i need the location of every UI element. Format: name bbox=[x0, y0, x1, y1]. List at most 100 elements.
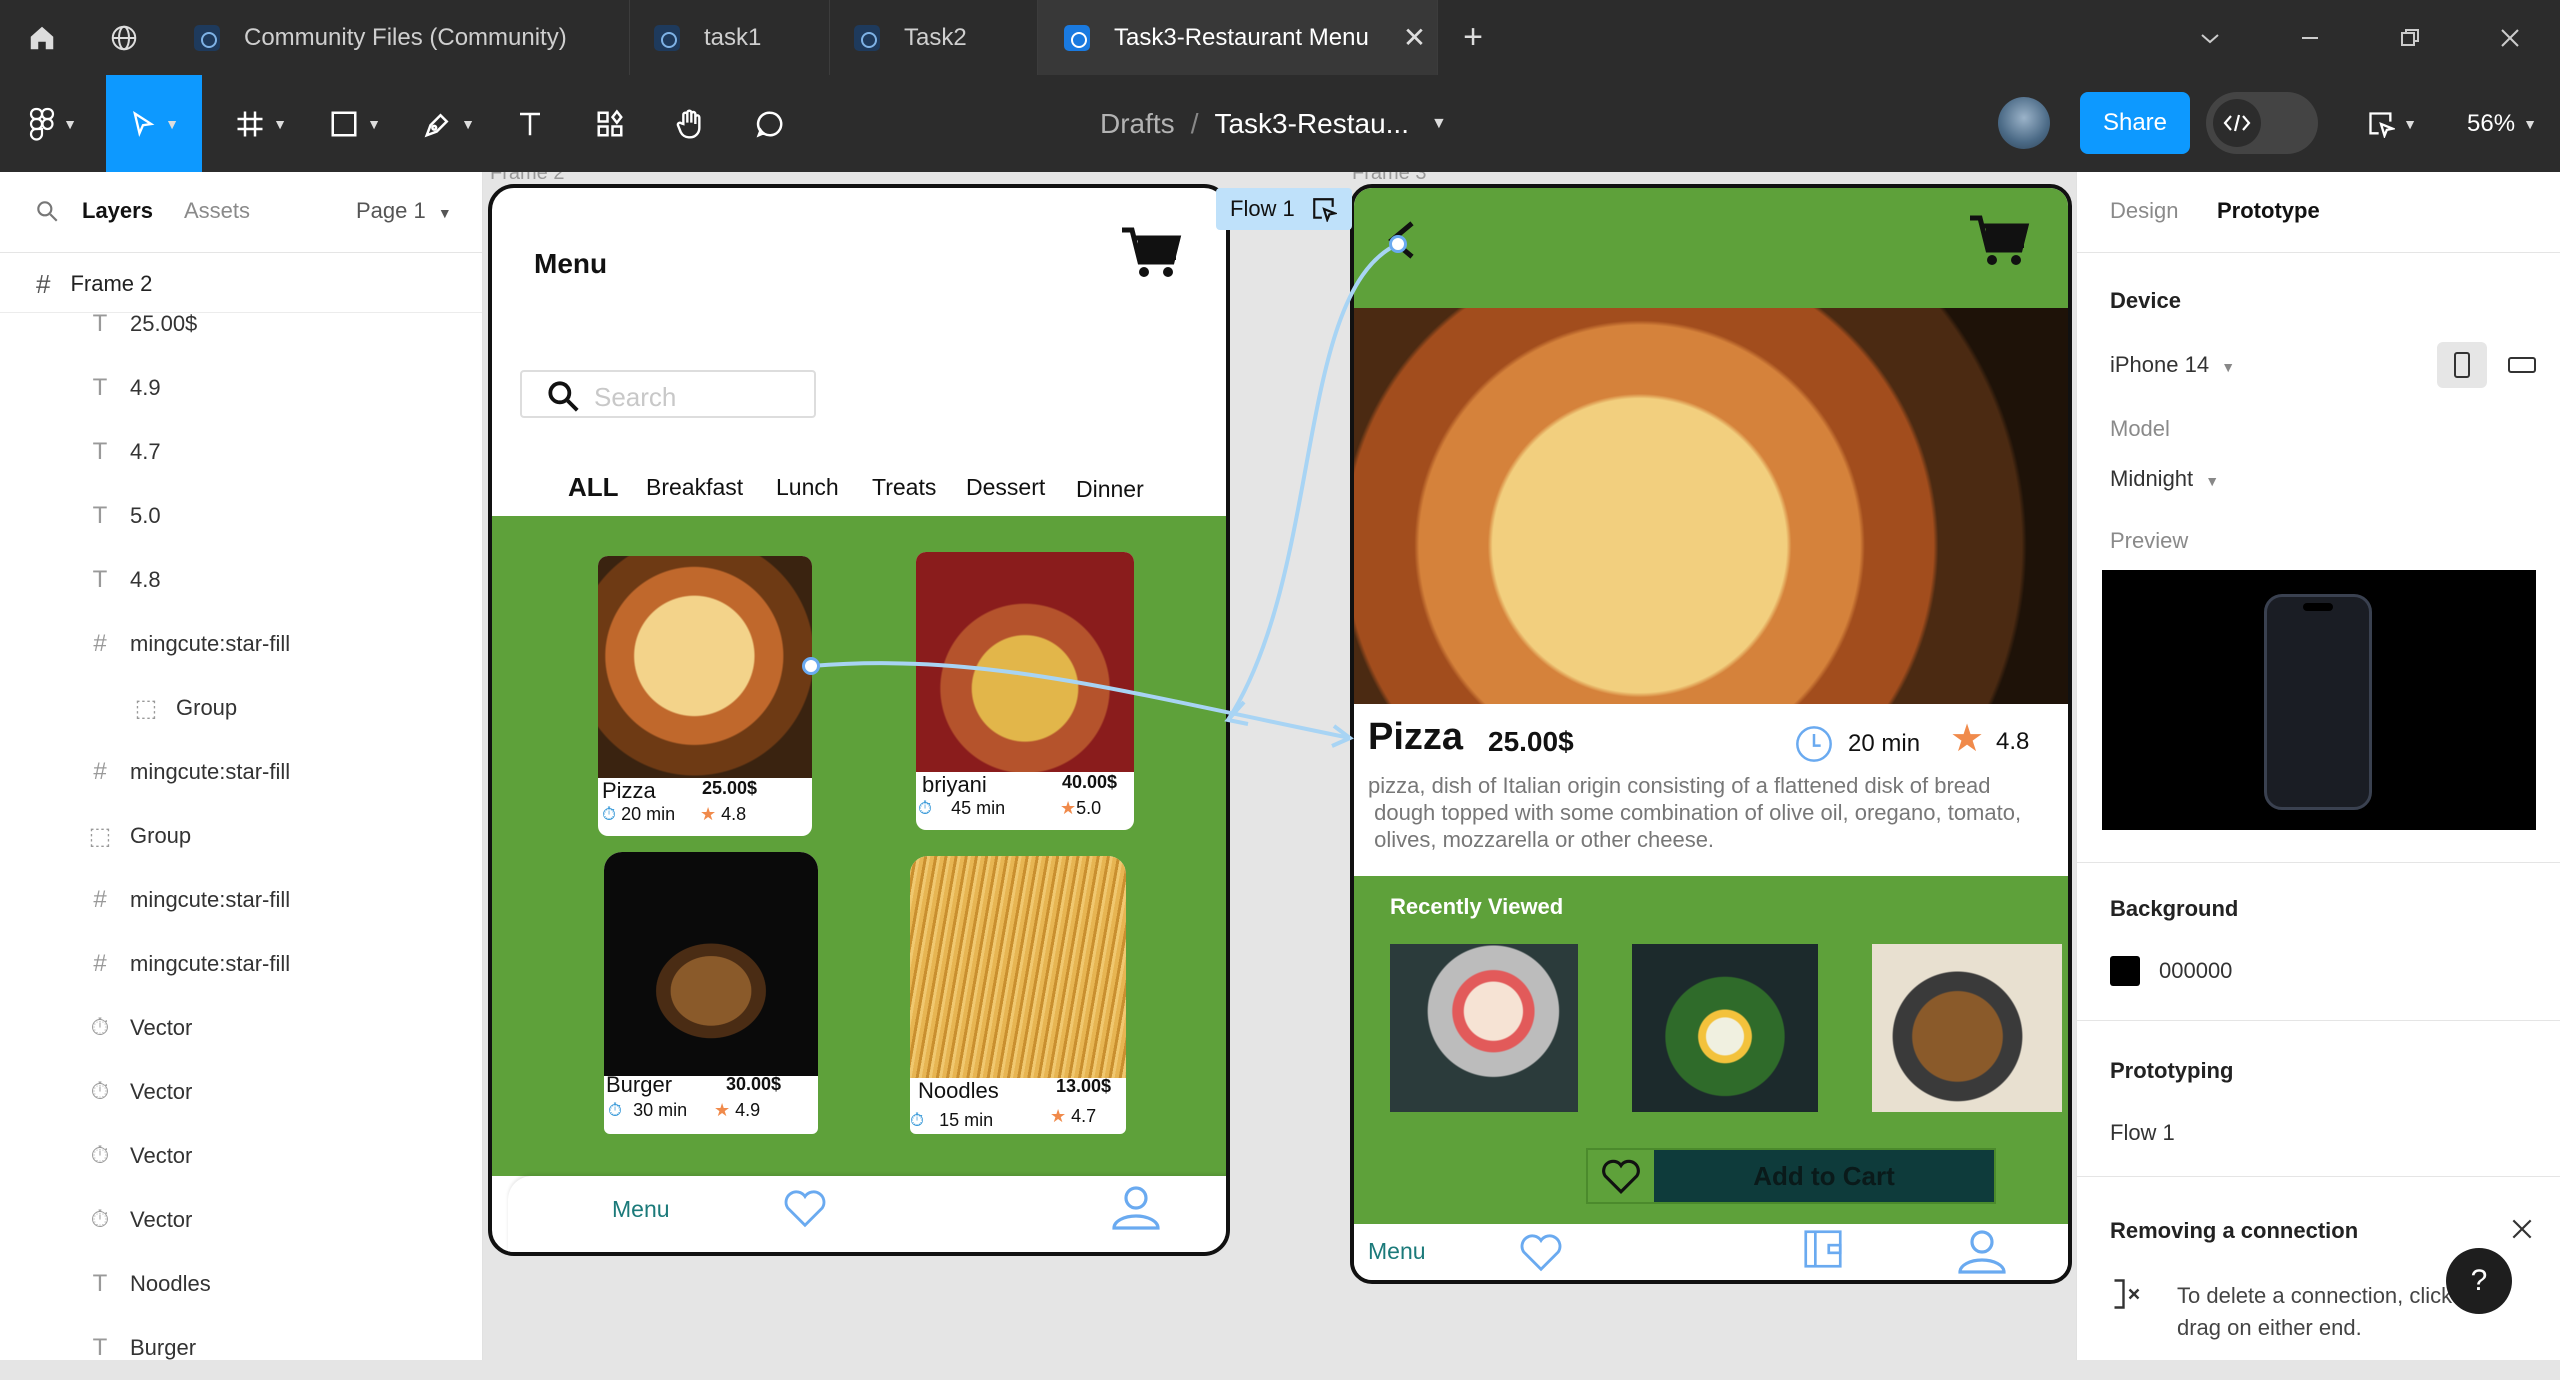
tab-task3[interactable]: Task3-Restaurant Menu ✕ bbox=[1038, 0, 1438, 75]
preview-heading: Preview bbox=[2110, 528, 2189, 553]
hand-icon bbox=[676, 109, 701, 139]
layer-item[interactable]: ⬚ Group bbox=[0, 804, 482, 868]
play-icon bbox=[2369, 111, 2396, 138]
layer-item[interactable]: T 4.7 bbox=[0, 420, 482, 484]
layer-item[interactable]: T 5.0 bbox=[0, 484, 482, 548]
layer-label: 4.7 bbox=[130, 439, 161, 464]
chevron-down-icon: ▼ bbox=[461, 115, 475, 132]
minimize-icon[interactable] bbox=[2260, 0, 2360, 75]
search-icon[interactable] bbox=[34, 198, 60, 224]
layer-item[interactable]: ⏱ Vector bbox=[0, 1060, 482, 1124]
tab-assets[interactable]: Assets bbox=[184, 198, 250, 224]
zoom-menu[interactable]: 56% ▼ bbox=[2444, 75, 2560, 172]
restore-icon[interactable] bbox=[2360, 0, 2460, 75]
layer-item[interactable]: # mingcute:star-fill bbox=[0, 612, 482, 676]
layer-item[interactable]: ⬚ Group bbox=[0, 676, 482, 740]
model-select[interactable]: Midnight ▼ bbox=[2110, 466, 2219, 492]
frame-icon: # bbox=[93, 886, 107, 913]
layer-item[interactable]: # mingcute:star-fill bbox=[0, 868, 482, 932]
background-hex[interactable]: 000000 bbox=[2159, 958, 2232, 984]
toolbar: ▼ ▼ ▼ ▼ ▼ Drafts / Task3-Restau... ▼ Sha… bbox=[0, 75, 2560, 172]
breadcrumb-drafts[interactable]: Drafts bbox=[1100, 108, 1175, 140]
flow-item[interactable]: Flow 1 bbox=[2110, 1120, 2175, 1146]
text-layer-icon: T bbox=[92, 502, 108, 529]
portrait-toggle[interactable] bbox=[2437, 342, 2487, 388]
home-button[interactable] bbox=[0, 0, 84, 75]
layers-panel: Layers Assets Page 1 ▼ # Frame 2 T 25.00$… bbox=[0, 172, 483, 1361]
community-button[interactable] bbox=[84, 0, 164, 75]
frame-tool-button[interactable]: ▼ bbox=[218, 75, 304, 172]
prototype-connection[interactable] bbox=[484, 172, 2076, 1360]
frame-icon: # bbox=[93, 758, 107, 785]
avatar[interactable] bbox=[1998, 97, 2050, 149]
new-tab-button[interactable]: + bbox=[1440, 0, 1506, 75]
page-selector[interactable]: Page 1 ▼ bbox=[356, 198, 452, 224]
window-close-icon[interactable] bbox=[2460, 0, 2560, 75]
hand-tool-button[interactable] bbox=[660, 75, 720, 172]
properties-panel: Design Prototype Device iPhone 14 ▼ Mode… bbox=[2076, 172, 2560, 1360]
chevron-down-icon: ▼ bbox=[2221, 359, 2236, 375]
share-button[interactable]: Share bbox=[2080, 92, 2190, 154]
landscape-toggle[interactable] bbox=[2497, 342, 2547, 388]
tab-prototype[interactable]: Prototype bbox=[2217, 198, 2320, 224]
flow-starting-point[interactable]: Flow 1 bbox=[1216, 188, 1352, 230]
group-icon: ⬚ bbox=[134, 694, 158, 722]
main-menu-button[interactable]: ▼ bbox=[0, 75, 106, 172]
globe-icon bbox=[111, 25, 137, 50]
layer-item[interactable]: ⏱ Vector bbox=[0, 1188, 482, 1252]
figma-file-icon bbox=[1064, 24, 1090, 51]
text-tool-button[interactable] bbox=[500, 75, 560, 172]
close-tab-icon[interactable]: ✕ bbox=[1403, 21, 1426, 54]
play-icon bbox=[1312, 198, 1337, 222]
connection-handle[interactable] bbox=[1389, 235, 1407, 253]
device-select[interactable]: iPhone 14 ▼ bbox=[2110, 352, 2235, 378]
help-button[interactable]: ? bbox=[2446, 1248, 2512, 1314]
breadcrumb-separator: / bbox=[1190, 107, 1199, 139]
layer-label: Vector bbox=[130, 1207, 193, 1232]
tip-line: drag on either end. bbox=[2177, 1315, 2362, 1340]
disconnect-icon bbox=[2114, 1279, 2140, 1309]
frame-icon: # bbox=[93, 950, 107, 977]
resources-tool-button[interactable] bbox=[580, 75, 640, 172]
layer-label: mingcute:star-fill bbox=[130, 631, 291, 656]
move-tool-button[interactable]: ▼ bbox=[106, 75, 202, 172]
dev-mode-toggle[interactable] bbox=[2206, 92, 2318, 154]
tab-community-files[interactable]: Community Files (Community) bbox=[164, 0, 630, 75]
layer-item[interactable]: T 25.00$ bbox=[0, 292, 482, 356]
chevron-down-icon: ▼ bbox=[367, 115, 381, 132]
layer-item[interactable]: ⏱ Vector bbox=[0, 1124, 482, 1188]
tab-layers[interactable]: Layers bbox=[82, 198, 153, 224]
frame-icon: # bbox=[93, 630, 107, 657]
file-name[interactable]: Task3-Restau... bbox=[1214, 108, 1409, 140]
tab-design[interactable]: Design bbox=[2110, 198, 2178, 224]
background-swatch[interactable] bbox=[2110, 956, 2140, 986]
layer-item[interactable]: T 4.9 bbox=[0, 356, 482, 420]
layer-item[interactable]: T Burger bbox=[0, 1316, 482, 1380]
shape-tool-button[interactable]: ▼ bbox=[312, 75, 398, 172]
pen-tool-button[interactable]: ▼ bbox=[406, 75, 492, 172]
layer-item[interactable]: # mingcute:star-fill bbox=[0, 740, 482, 804]
home-icon bbox=[30, 26, 54, 49]
chevron-down-icon[interactable]: ▼ bbox=[1431, 115, 1447, 133]
layer-item[interactable]: T 4.8 bbox=[0, 548, 482, 612]
layer-item[interactable]: T Noodles bbox=[0, 1252, 482, 1316]
comment-tool-button[interactable] bbox=[740, 75, 800, 172]
divider bbox=[0, 252, 482, 253]
divider bbox=[2077, 252, 2560, 253]
tab-task1[interactable]: task1 bbox=[630, 0, 830, 75]
cursor-icon bbox=[133, 110, 155, 137]
divider bbox=[2077, 862, 2560, 863]
connection-handle[interactable] bbox=[802, 657, 820, 675]
tab-task2[interactable]: Task2 bbox=[830, 0, 1038, 75]
layer-item[interactable]: ⏱ Vector bbox=[0, 996, 482, 1060]
chevron-down-icon[interactable] bbox=[2160, 0, 2260, 75]
layer-item[interactable]: # mingcute:star-fill bbox=[0, 932, 482, 996]
layer-label: 25.00$ bbox=[130, 311, 198, 336]
close-icon[interactable] bbox=[2509, 1216, 2535, 1242]
present-button[interactable]: ▼ bbox=[2352, 75, 2432, 172]
figma-file-icon bbox=[654, 24, 680, 51]
canvas[interactable]: Frame 2 Frame 3 Menu Search ALL Breakfas… bbox=[484, 172, 2076, 1360]
tab-bar: Community Files (Community) task1 Task2 … bbox=[0, 0, 2560, 75]
group-icon: ⬚ bbox=[88, 822, 112, 850]
chevron-down-icon: ▼ bbox=[273, 115, 287, 132]
